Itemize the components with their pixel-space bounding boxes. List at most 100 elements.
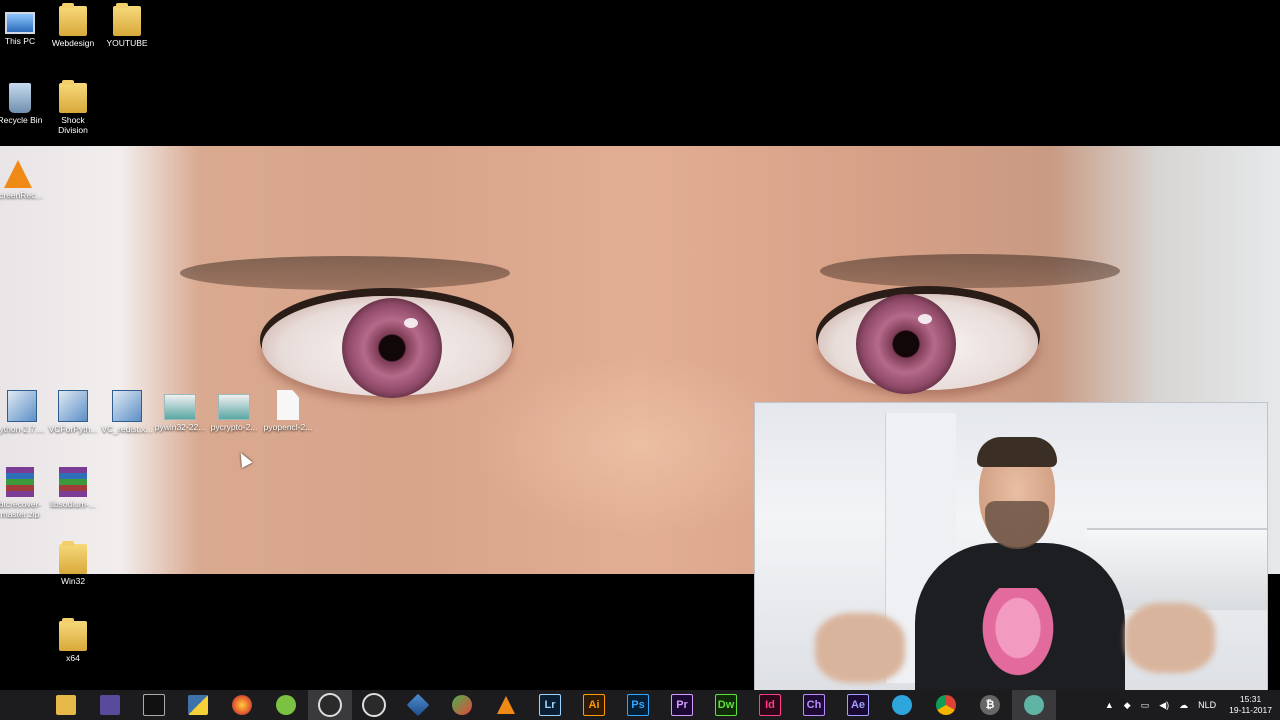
desktop-icon-label: YOUTUBE [106,38,148,48]
command-prompt-icon [143,694,165,716]
taskbar-app-bitcoin[interactable]: ₿ [968,690,1012,720]
taskbar-app-vpn[interactable] [440,690,484,720]
obs-icon [318,693,342,717]
setup-icon [7,390,37,422]
desktop-icon-label: Win32 [60,576,86,586]
desktop-icon-python-setup[interactable]: ython-2.7.... [0,390,50,434]
android-studio-icon [276,695,296,715]
desktop-icon-vc-redist[interactable]: VC_redist.x... [99,390,155,434]
desktop-icon-label: x64 [66,653,80,663]
taskbar-app-after-effects[interactable]: Ae [836,690,880,720]
folder-icon [113,3,141,36]
vlc-icon [4,160,32,188]
wallpaper-iris-left [342,298,442,398]
desktop-icon-libsodium[interactable]: libsodium-... [45,467,101,509]
tray-network-icon[interactable]: ▭ [1136,700,1155,711]
taskbar-app-illustrator[interactable]: Ai [572,690,616,720]
desktop-icon-label: pyopencl-2... [263,422,313,432]
tray-time: 15:31 [1239,694,1262,704]
taskbar-app-dreamweaver[interactable]: Dw [704,690,748,720]
webcam-hand-left [815,613,905,683]
firefox-icon [232,695,252,715]
chrome-icon [936,695,956,715]
tray-chevron-up-icon[interactable]: ▲ [1100,700,1119,710]
taskbar-app-obs-2[interactable] [352,690,396,720]
desktop-icon-this-pc[interactable]: This PC [0,6,48,46]
desktop-icon-label: Webdesign [51,38,95,48]
desktop-icon-youtube[interactable]: YOUTUBE [99,3,155,48]
taskbar-app-premiere[interactable]: Pr [660,690,704,720]
archive-icon [6,467,34,497]
webcam-shirt-print [973,588,1063,688]
desktop-icon-pycrypto[interactable]: pycrypto-2... [206,390,262,432]
desktop-icon-shock-division[interactable]: Shock Division [45,80,101,135]
taskbar-app-chrome[interactable] [924,690,968,720]
desktop-icon-vcforpython[interactable]: VCForPyth... [45,390,101,434]
taskbar-app-indesign[interactable]: Id [748,690,792,720]
wallpaper-brow-right [820,254,1120,288]
character-animator-icon: Ch [803,694,825,716]
taskbar-app-atom[interactable] [1012,690,1056,720]
taskbar-app-virtualbox[interactable] [396,690,440,720]
desktop-icon-recycle-bin[interactable]: Recycle Bin [0,83,48,125]
archive-icon [59,467,87,497]
taskbar-app-android-studio[interactable] [264,690,308,720]
desktop-icon-label: ython-2.7.... [0,424,45,434]
premiere-icon: Pr [671,694,693,716]
visual-studio-icon [100,695,120,715]
desktop-icon-label: pycrypto-2... [210,422,258,432]
desktop-icon-label: libsodium-... [50,499,96,509]
wallpaper-eye-left [262,296,512,398]
start-button[interactable] [0,690,44,720]
tray-date: 19-11-2017 [1229,705,1272,715]
desktop-icon-pyopencl[interactable]: pyopencl-2... [260,390,316,432]
photoshop-icon: Ps [627,694,649,716]
desktop-icon-label: Shock Division [58,115,88,135]
wallpaper-iris-right [856,294,956,394]
taskbar-app-lightroom[interactable]: Lr [528,690,572,720]
desktop-icon-label: pywin32-22... [154,422,206,432]
desktop-icon-screenrec[interactable]: ScreenRec... [0,160,46,200]
taskbar-app-vlc[interactable] [484,690,528,720]
virtualbox-icon [406,693,430,717]
desktop-icon-label: VC_redist.x... [101,424,153,434]
wallpaper-brow-left [180,256,510,290]
desktop-icon-label: btcrecover-master.zip [0,499,42,519]
illustrator-icon: Ai [583,694,605,716]
desktop-icon-x64[interactable]: x64 [45,618,101,663]
taskbar-app-telegram[interactable] [880,690,924,720]
tray-cloud-icon[interactable]: ☁ [1174,700,1193,711]
desktop-icon-btcrecover[interactable]: btcrecover-master.zip [0,467,48,519]
python-icon [188,695,208,715]
telegram-icon [892,695,912,715]
folder-icon [59,3,87,36]
file-explorer-icon [56,695,76,715]
tray-clock[interactable]: 15:31 19-11-2017 [1221,694,1280,716]
desktop-icon-label: VCForPyth... [48,424,98,434]
lightroom-icon: Lr [539,694,561,716]
package-icon [218,394,250,420]
folder-icon [59,541,87,574]
desktop-icon-pywin32[interactable]: pywin32-22... [152,390,208,432]
taskbar-app-character-animator[interactable]: Ch [792,690,836,720]
taskbar-app-firefox[interactable] [220,690,264,720]
taskbar-app-photoshop[interactable]: Ps [616,690,660,720]
setup-icon [58,390,88,422]
dreamweaver-icon: Dw [715,694,737,716]
taskbar-app-file-explorer[interactable] [44,690,88,720]
bitcoin-icon: ₿ [980,695,1000,715]
vlc-icon [497,696,515,714]
after-effects-icon: Ae [847,694,869,716]
tray-language[interactable]: NLD [1193,700,1221,710]
desktop-icon-label: This PC [4,36,36,46]
desktop-icon-win32[interactable]: Win32 [45,541,101,586]
taskbar-app-command-prompt[interactable] [132,690,176,720]
taskbar-app-visual-studio[interactable] [88,690,132,720]
webcam-overlay [754,402,1268,692]
tray-speaker-icon[interactable]: ◀) [1154,700,1174,711]
tray-dropbox-icon[interactable]: ◆ [1119,700,1136,711]
desktop-icon-webdesign[interactable]: Webdesign [45,3,101,48]
taskbar-app-obs[interactable] [308,690,352,720]
webcam-hand-right [1125,603,1215,673]
taskbar-app-python[interactable] [176,690,220,720]
